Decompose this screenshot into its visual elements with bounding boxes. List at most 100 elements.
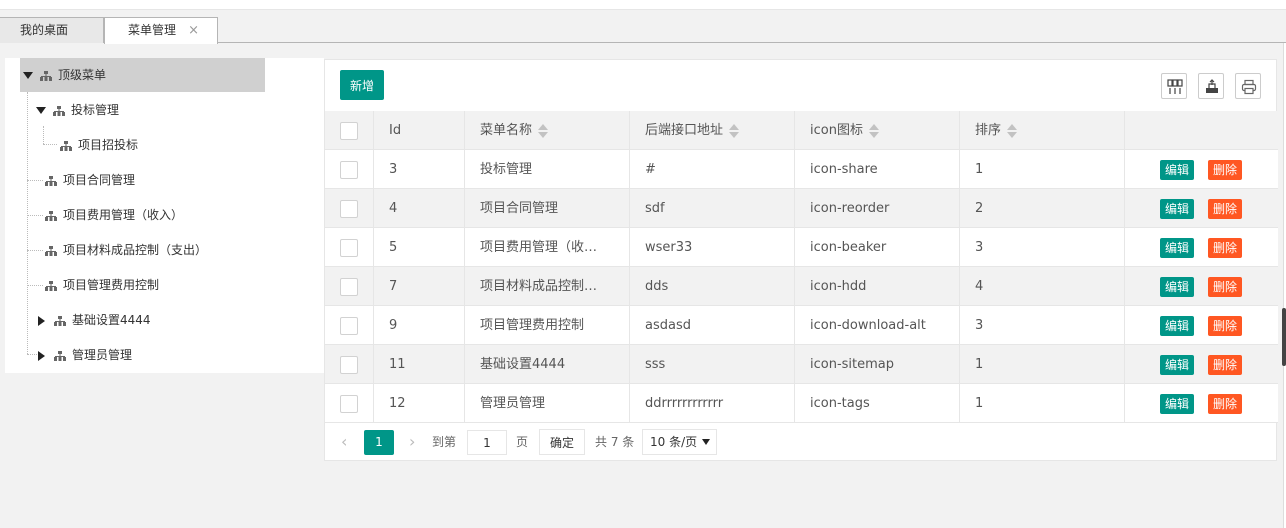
cell-url: sss	[630, 345, 795, 384]
delete-button[interactable]: 删除	[1208, 316, 1242, 336]
tree-node-mgmt-cost[interactable]: 项目管理费用控制	[45, 268, 159, 302]
cell-sort: 3	[960, 306, 1125, 345]
edit-button[interactable]: 编辑	[1160, 199, 1194, 219]
cell-sort: 1	[960, 384, 1125, 423]
cell-icon: icon-reorder	[795, 189, 960, 228]
sort-icon[interactable]	[729, 123, 740, 138]
next-page-icon[interactable]: ›	[409, 432, 415, 451]
caret-right-icon[interactable]	[38, 350, 45, 361]
edit-button[interactable]: 编辑	[1160, 394, 1194, 414]
tree-node-income[interactable]: 项目费用管理（收入）	[45, 198, 183, 232]
select-all-checkbox[interactable]	[340, 122, 358, 140]
pagination: ‹ 1 › 到第 页 确定 共 7 条 10 条/页	[325, 422, 1278, 462]
sort-icon[interactable]	[1007, 123, 1018, 138]
cell-actions: 编辑 删除	[1125, 306, 1278, 345]
sort-icon[interactable]	[868, 123, 879, 138]
delete-button[interactable]: 删除	[1208, 277, 1242, 297]
row-select-cell	[325, 384, 374, 423]
tree-node-label: 项目招投标	[78, 138, 139, 152]
cell-name: 基础设置4444	[465, 345, 630, 384]
edit-button[interactable]: 编辑	[1160, 238, 1194, 258]
edit-button[interactable]: 编辑	[1160, 355, 1194, 375]
row-checkbox[interactable]	[340, 278, 358, 296]
columns-icon	[1167, 79, 1183, 94]
cell-icon: icon-download-alt	[795, 306, 960, 345]
page-unit-label: 页	[516, 435, 529, 449]
delete-button[interactable]: 删除	[1208, 394, 1242, 414]
row-checkbox[interactable]	[340, 356, 358, 374]
tree-node-admin[interactable]: 管理员管理	[38, 338, 132, 372]
header-icon[interactable]: icon图标	[795, 111, 960, 150]
menu-tree: 顶级菜单 投标管理 项目招投标 项目合同管理 项目费用管理（收入） 项目材料成品…	[5, 58, 324, 373]
cell-icon: icon-share	[795, 150, 960, 189]
row-checkbox[interactable]	[340, 161, 358, 179]
cell-id: 3	[374, 150, 465, 189]
caret-down-icon[interactable]	[23, 72, 33, 79]
cell-icon: icon-beaker	[795, 228, 960, 267]
cell-icon: icon-tags	[795, 384, 960, 423]
sitemap-icon	[40, 70, 52, 81]
header-id: Id	[374, 111, 465, 150]
tab-label: 菜单管理	[128, 23, 177, 37]
delete-button[interactable]: 删除	[1208, 199, 1242, 219]
export-button[interactable]	[1198, 73, 1224, 99]
row-checkbox[interactable]	[340, 395, 358, 413]
close-icon[interactable]: ×	[188, 18, 199, 43]
sitemap-icon	[45, 210, 57, 221]
row-select-cell	[325, 228, 374, 267]
add-button[interactable]: 新增	[340, 70, 384, 100]
sort-icon[interactable]	[538, 123, 549, 138]
cell-icon: icon-sitemap	[795, 345, 960, 384]
tree-node-basic-settings[interactable]: 基础设置4444	[38, 303, 151, 337]
sitemap-icon	[45, 245, 57, 256]
header-actions	[1125, 111, 1278, 150]
tab-my-desktop[interactable]: 我的桌面	[0, 17, 104, 43]
cell-name: 项目材料成品控制…	[465, 267, 630, 306]
confirm-page-button[interactable]: 确定	[539, 429, 585, 455]
header-url[interactable]: 后端接口地址	[630, 111, 795, 150]
header-label: icon图标	[810, 123, 863, 138]
tree-node-expense[interactable]: 项目材料成品控制（支出）	[45, 233, 207, 267]
edit-button[interactable]: 编辑	[1160, 316, 1194, 336]
tree-node-root[interactable]: 顶级菜单	[20, 58, 265, 92]
cell-actions: 编辑 删除	[1125, 345, 1278, 384]
table-row: 3 投标管理 # icon-share 1 编辑 删除	[325, 150, 1278, 189]
caret-right-icon[interactable]	[38, 315, 45, 326]
columns-filter-button[interactable]	[1161, 73, 1187, 99]
scrollbar-thumb[interactable]	[1282, 308, 1286, 366]
tree-node-label: 顶级菜单	[58, 68, 107, 82]
print-button[interactable]	[1235, 73, 1261, 99]
cell-actions: 编辑 删除	[1125, 267, 1278, 306]
delete-button[interactable]: 删除	[1208, 355, 1242, 375]
delete-button[interactable]: 删除	[1208, 238, 1242, 258]
page-number-input[interactable]	[467, 430, 507, 455]
page-size-select[interactable]: 10 条/页	[642, 429, 717, 455]
cell-name: 项目管理费用控制	[465, 306, 630, 345]
header-name[interactable]: 菜单名称	[465, 111, 630, 150]
tab-menu-management[interactable]: 菜单管理 ×	[104, 17, 218, 44]
tree-node-bidding[interactable]: 投标管理	[36, 93, 119, 127]
edit-button[interactable]: 编辑	[1160, 277, 1194, 297]
row-checkbox[interactable]	[340, 200, 358, 218]
cell-sort: 2	[960, 189, 1125, 228]
caret-down-icon[interactable]	[36, 107, 46, 114]
row-select-cell	[325, 267, 374, 306]
delete-button[interactable]: 删除	[1208, 160, 1242, 180]
tree-node-contract[interactable]: 项目合同管理	[45, 163, 135, 197]
tree-node-project-bidding[interactable]: 项目招投标	[60, 128, 138, 162]
sitemap-icon	[54, 315, 66, 326]
tree-guide-line	[27, 285, 43, 286]
sitemap-icon	[60, 140, 72, 151]
header-cell	[325, 111, 374, 150]
cell-id: 4	[374, 189, 465, 228]
sitemap-icon	[45, 175, 57, 186]
cell-id: 9	[374, 306, 465, 345]
tree-guide-line	[43, 144, 57, 145]
current-page[interactable]: 1	[364, 430, 394, 455]
row-checkbox[interactable]	[340, 317, 358, 335]
row-checkbox[interactable]	[340, 239, 358, 257]
header-sort[interactable]: 排序	[960, 111, 1125, 150]
prev-page-icon[interactable]: ‹	[341, 432, 347, 451]
edit-button[interactable]: 编辑	[1160, 160, 1194, 180]
menu-table-panel: 新增 Id 菜单名称 后端接口地址 icon图标 排序 3 投标管理 # icon-s…	[324, 59, 1278, 462]
